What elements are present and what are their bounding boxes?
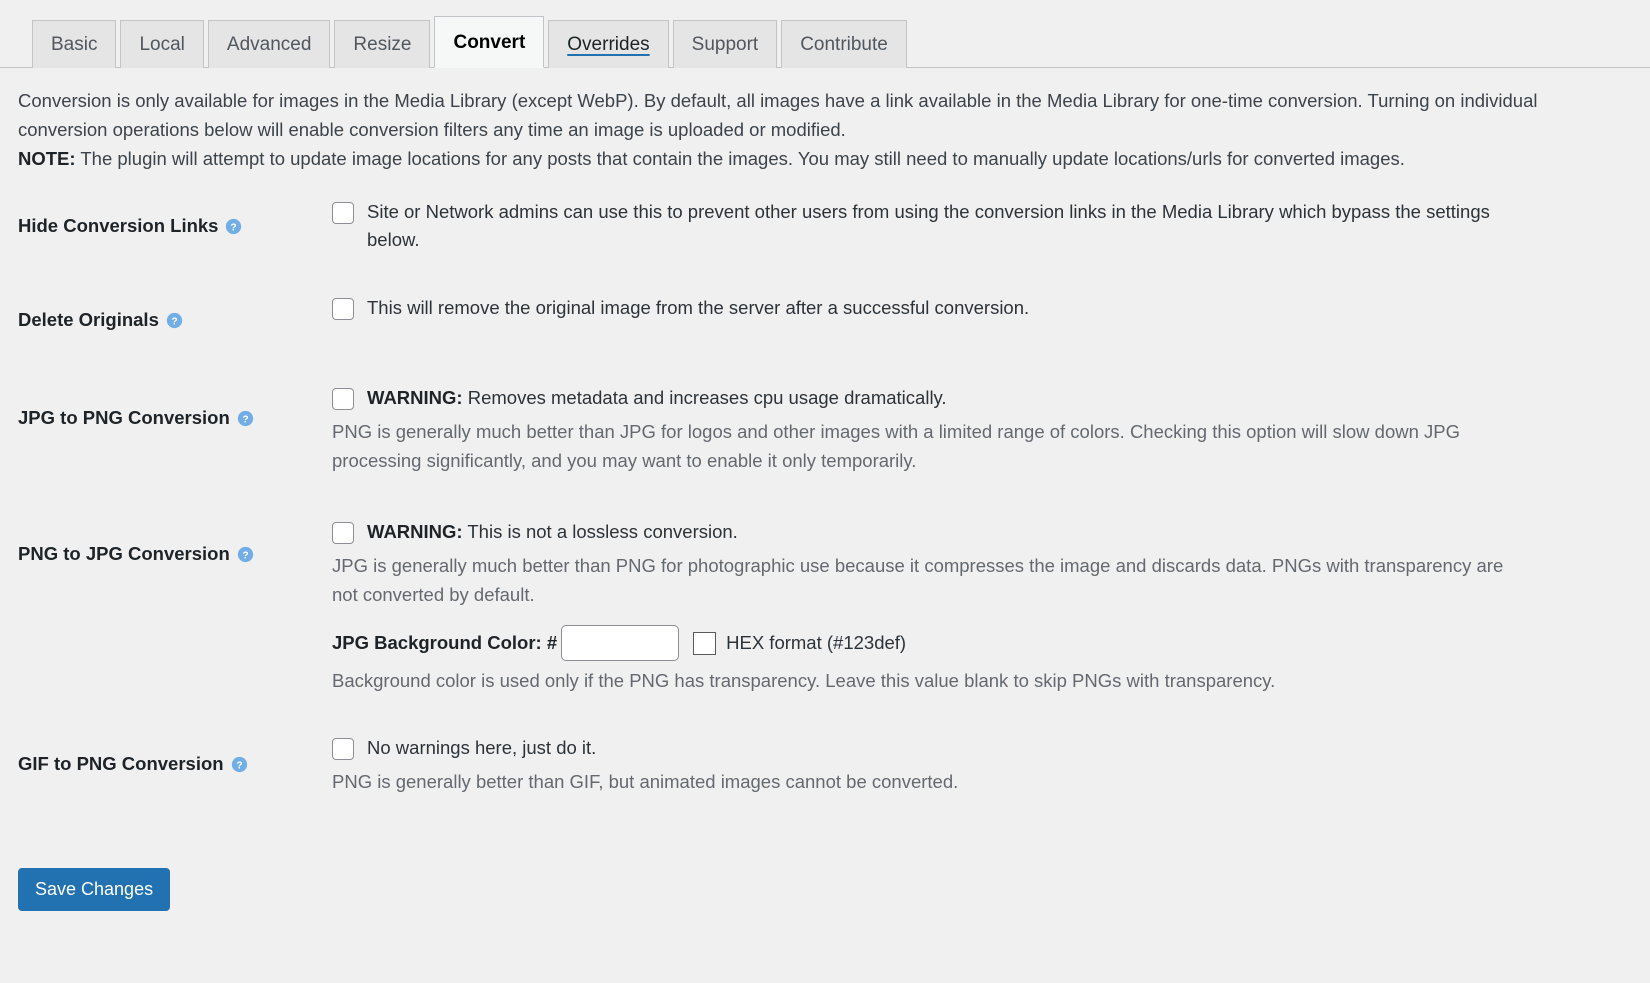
label-jpg-to-png: JPG to PNG Conversion ?	[18, 384, 332, 430]
checkbox-label-png-to-jpg[interactable]: WARNING: This is not a lossless conversi…	[367, 518, 738, 546]
label-png-to-jpg: PNG to JPG Conversion ?	[18, 518, 332, 566]
png-to-jpg-warning-label: WARNING:	[367, 520, 463, 542]
setting-row-hide-conversion-links: Hide Conversion Links ? Site or Network …	[0, 198, 1650, 294]
tab-contribute[interactable]: Contribute	[781, 20, 907, 68]
help-circle-icon[interactable]: ?	[231, 756, 248, 773]
checkbox-line-hide-conversion-links: Site or Network admins can use this to p…	[332, 198, 1630, 254]
help-circle-icon[interactable]: ?	[225, 218, 242, 235]
label-delete-originals: Delete Originals ?	[18, 294, 332, 332]
hex-format-hint: HEX format (#123def)	[726, 632, 907, 654]
jpg-background-color-label: JPG Background Color: #	[332, 632, 558, 654]
checkbox-hide-conversion-links[interactable]	[332, 201, 354, 224]
tab-local[interactable]: Local	[120, 20, 204, 68]
intro-note: NOTE: The plugin will attempt to update …	[18, 144, 1578, 173]
field-hide-conversion-links: Site or Network admins can use this to p…	[332, 198, 1650, 254]
label-gif-to-png: GIF to PNG Conversion ?	[18, 734, 332, 776]
hide-conversion-links-label-text: Hide Conversion Links	[18, 214, 219, 236]
note-label: NOTE:	[18, 148, 76, 170]
svg-text:?: ?	[242, 550, 248, 561]
checkbox-label-gif-to-png[interactable]: No warnings here, just do it.	[367, 734, 596, 762]
jpg-background-color-row: JPG Background Color: # HEX format (#123…	[332, 625, 1630, 662]
svg-text:?: ?	[231, 222, 237, 233]
description-gif-to-png: PNG is generally better than GIF, but an…	[332, 770, 959, 792]
color-swatch[interactable]	[693, 631, 717, 655]
jpg-to-png-warning-label: WARNING:	[367, 386, 463, 408]
description-jpg-to-png: PNG is generally much better than JPG fo…	[332, 420, 1461, 471]
tab-advanced[interactable]: Advanced	[207, 20, 331, 68]
png-to-jpg-warning-text: This is not a lossless conversion.	[462, 520, 738, 542]
field-png-to-jpg: WARNING: This is not a lossless conversi…	[332, 518, 1650, 697]
help-circle-icon[interactable]: ?	[237, 546, 254, 563]
checkbox-label-delete-originals[interactable]: This will remove the original image from…	[367, 294, 1029, 322]
label-hide-conversion-links: Hide Conversion Links ?	[18, 198, 332, 238]
checkbox-line-jpg-to-png: WARNING: Removes metadata and increases …	[332, 384, 1630, 412]
description-png-to-jpg: JPG is generally much better than PNG fo…	[332, 554, 1504, 605]
svg-text:?: ?	[236, 760, 242, 771]
checkbox-delete-originals[interactable]	[332, 297, 354, 320]
checkbox-label-hide-conversion-links[interactable]: Site or Network admins can use this to p…	[367, 198, 1547, 254]
help-circle-icon[interactable]: ?	[237, 410, 254, 427]
checkbox-gif-to-png[interactable]	[332, 737, 354, 760]
jpg-to-png-label-text: JPG to PNG Conversion	[18, 406, 230, 428]
svg-text:?: ?	[171, 316, 177, 327]
help-circle-icon[interactable]: ?	[166, 312, 183, 329]
setting-row-png-to-jpg: PNG to JPG Conversion ? WARNING: This is…	[0, 518, 1650, 734]
tab-basic[interactable]: Basic	[32, 20, 117, 68]
intro-description: Conversion is only available for images …	[0, 68, 1602, 178]
checkbox-jpg-to-png[interactable]	[332, 387, 354, 410]
checkbox-label-jpg-to-png[interactable]: WARNING: Removes metadata and increases …	[367, 384, 947, 412]
setting-row-delete-originals: Delete Originals ? This will remove the …	[0, 294, 1650, 384]
tab-convert[interactable]: Convert	[434, 16, 545, 68]
description-jpg-background-color: Background color is used only if the PNG…	[332, 670, 1276, 692]
setting-row-gif-to-png: GIF to PNG Conversion ? No warnings here…	[0, 734, 1650, 844]
settings-tab-bar: Basic Local Advanced Resize Convert Over…	[0, 0, 1650, 68]
field-delete-originals: This will remove the original image from…	[332, 294, 1650, 322]
tab-resize[interactable]: Resize	[334, 20, 431, 68]
jpg-to-png-warning-text: Removes metadata and increases cpu usage…	[462, 386, 947, 408]
checkbox-line-gif-to-png: No warnings here, just do it.	[332, 734, 1630, 762]
setting-row-jpg-to-png: JPG to PNG Conversion ? WARNING: Removes…	[0, 384, 1650, 518]
checkbox-png-to-jpg[interactable]	[332, 521, 354, 544]
jpg-background-color-input[interactable]	[561, 625, 680, 662]
intro-paragraph: Conversion is only available for images …	[18, 90, 1538, 141]
field-jpg-to-png: WARNING: Removes metadata and increases …	[332, 384, 1650, 476]
checkbox-line-png-to-jpg: WARNING: This is not a lossless conversi…	[332, 518, 1630, 546]
svg-text:?: ?	[242, 414, 248, 425]
convert-settings-table: Hide Conversion Links ? Site or Network …	[0, 198, 1650, 844]
delete-originals-label-text: Delete Originals	[18, 308, 159, 330]
checkbox-line-delete-originals: This will remove the original image from…	[332, 294, 1630, 322]
note-text: The plugin will attempt to update image …	[75, 148, 1405, 170]
tab-overrides[interactable]: Overrides	[548, 20, 669, 68]
save-changes-button[interactable]: Save Changes	[18, 867, 171, 911]
png-to-jpg-label-text: PNG to JPG Conversion	[18, 542, 230, 564]
submit-area: Save Changes	[0, 844, 1650, 911]
gif-to-png-label-text: GIF to PNG Conversion	[18, 752, 224, 774]
tab-support[interactable]: Support	[672, 20, 778, 68]
field-gif-to-png: No warnings here, just do it. PNG is gen…	[332, 734, 1650, 797]
